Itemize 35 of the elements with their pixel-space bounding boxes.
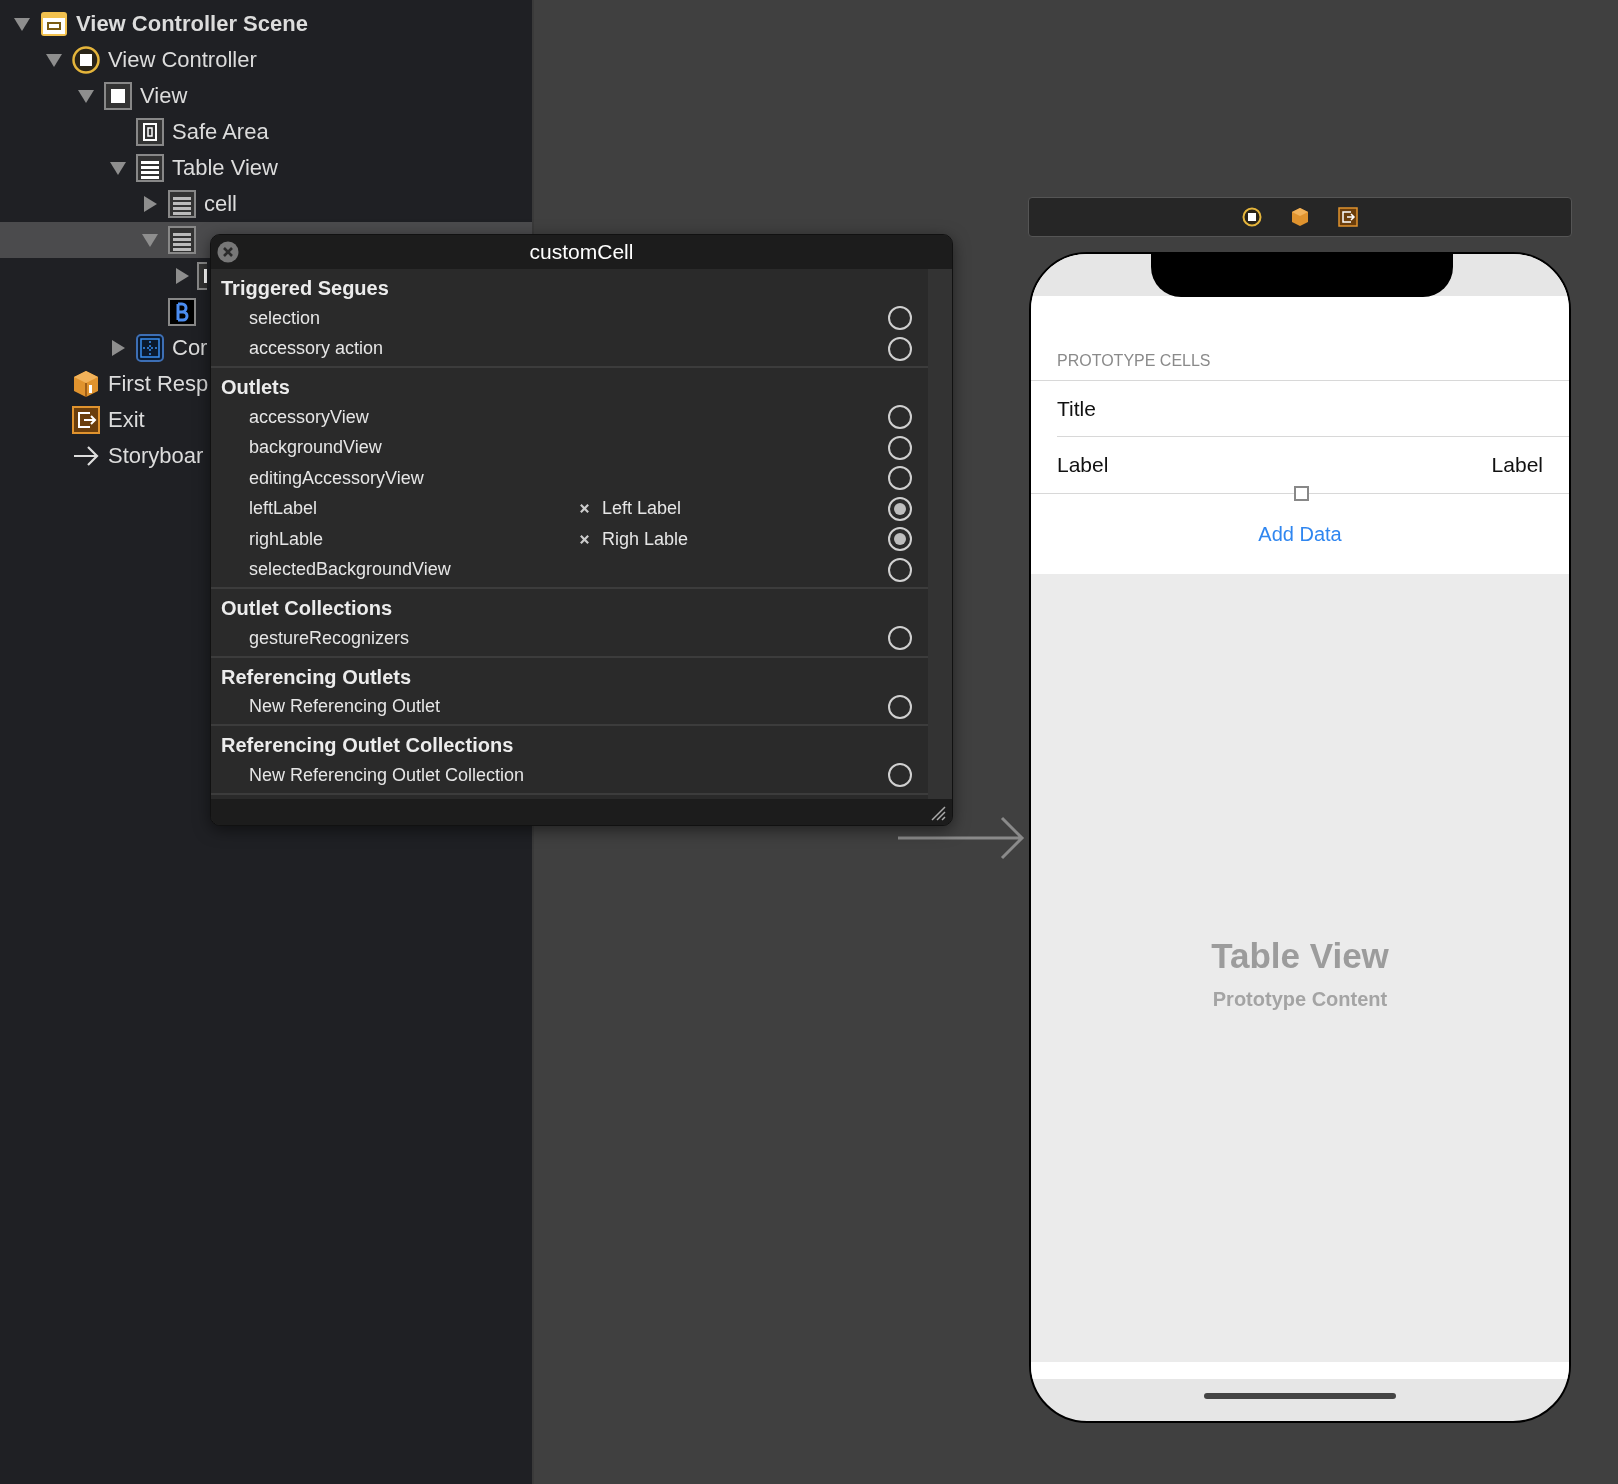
outline-label: View Controller [108,47,257,73]
outlet-target: Left Label [602,498,682,520]
cell-text: Label [1491,453,1543,477]
outline-label: View Controller Scene [76,11,308,37]
outline-label: Storyboar [108,443,204,469]
cell-text: Label [1057,453,1109,477]
outline-label: cell [204,191,237,217]
empty-title: Table View [1211,936,1389,976]
outline-label: First Resp [108,371,209,397]
section-heading: Triggered Segues [220,276,390,301]
outline-label: Table View [172,155,278,181]
outlet-label: accessory action [249,338,385,360]
section-heading: Outlets [220,375,291,400]
outlet-label: selection [249,307,322,329]
empty-subtitle: Prototype Content [1212,988,1388,1011]
outlet-label: editingAccessoryView [249,467,425,489]
popup-title: customCell [529,240,634,264]
outlet-label: New Referencing Outlet Collection [249,764,526,786]
outlet-label: accessoryView [249,406,370,428]
outlet-label: backgroundView [249,437,383,459]
section-heading: Outlet Collections [220,596,394,621]
outlet-label: leftLabel [249,498,319,520]
outlet-label: righLable [249,528,325,550]
outlet-label: selectedBackgroundView [249,559,452,581]
outlet-label: gestureRecognizers [249,627,411,649]
cell-text: Title [1057,397,1096,421]
outline-label: Cor [172,335,208,361]
section-header: PROTOTYPE CELLS [1031,352,1569,381]
outlet-target: Righ Lable [602,528,689,550]
section-heading: Referencing Outlet Collections [220,733,515,758]
outline-label: Safe Area [172,119,269,145]
section-heading: Referencing Outlets [220,664,413,690]
outlet-label: New Referencing Outlet [249,696,442,718]
outline-label: View [140,83,188,109]
outline-label: Exit [108,407,145,433]
